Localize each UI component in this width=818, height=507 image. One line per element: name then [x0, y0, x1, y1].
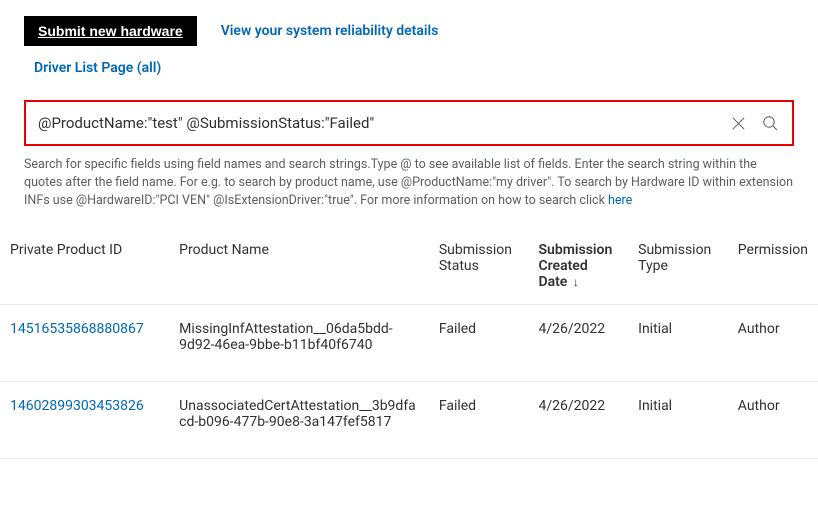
col-header-type[interactable]: Submission Type [628, 228, 728, 305]
help-body: Search for specific fields using field n… [24, 157, 793, 208]
table-row: 14516535868880867 MissingInfAttestation__… [0, 305, 818, 382]
product-name: UnassociatedCertAttestation__3b9dfacd-b0… [179, 398, 419, 430]
search-bar [24, 100, 794, 146]
col-header-permission[interactable]: Permission [728, 228, 818, 305]
col-header-name[interactable]: Product Name [169, 228, 429, 305]
submission-date: 4/26/2022 [528, 382, 628, 459]
submission-type: Initial [628, 382, 728, 459]
submit-new-hardware-button[interactable]: Submit new hardware [24, 16, 197, 46]
col-header-date[interactable]: Submission Created Date ↓ [528, 228, 628, 305]
permission: Author [728, 382, 818, 459]
help-here-link[interactable]: here [608, 193, 632, 208]
search-help-text: Search for specific fields using field n… [24, 156, 794, 210]
submission-status: Failed [429, 305, 529, 382]
submission-type: Initial [628, 305, 728, 382]
col-header-status[interactable]: Submission Status [429, 228, 529, 305]
submissions-table: Private Product ID Product Name Submissi… [0, 228, 818, 459]
clear-icon[interactable] [722, 107, 754, 139]
product-name: MissingInfAttestation__06da5bdd-9d92-46e… [179, 321, 419, 353]
col-header-id[interactable]: Private Product ID [0, 228, 169, 305]
product-id-link[interactable]: 14602899303453826 [10, 398, 144, 414]
search-icon[interactable] [754, 107, 786, 139]
submission-status: Failed [429, 382, 529, 459]
submission-date: 4/26/2022 [528, 305, 628, 382]
search-input[interactable] [38, 114, 722, 132]
permission: Author [728, 305, 818, 382]
table-row: 14602899303453826 UnassociatedCertAttesta… [0, 382, 818, 459]
driver-list-page-link[interactable]: Driver List Page (all) [34, 60, 161, 76]
product-id-link[interactable]: 14516535868880867 [10, 321, 144, 337]
view-reliability-link[interactable]: View your system reliability details [221, 23, 439, 39]
sort-down-icon: ↓ [573, 275, 579, 289]
